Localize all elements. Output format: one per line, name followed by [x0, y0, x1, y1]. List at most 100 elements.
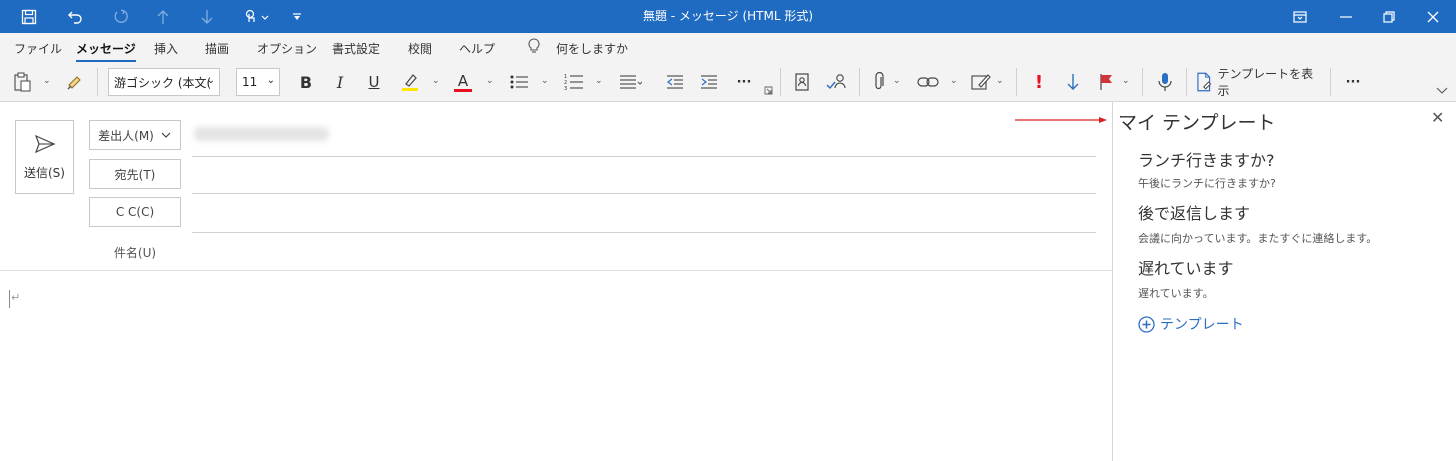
to-button[interactable]: 宛先(T) [89, 159, 181, 189]
link-icon[interactable] [914, 68, 942, 96]
chevron-down-icon[interactable]: ⌄ [893, 76, 901, 86]
minimize-icon[interactable] [1323, 0, 1369, 33]
customize-icon[interactable] [288, 0, 306, 33]
annotation-arrow [1015, 117, 1107, 123]
font-color-button[interactable]: A [450, 68, 476, 96]
check-names-icon[interactable] [823, 68, 851, 96]
template-icon [1197, 72, 1212, 92]
templates-pane: マイ テンプレート ✕ ランチ行きますか? 午後にランチに行きますか? 後で返信… [1112, 102, 1456, 461]
high-importance-button[interactable]: ! [1028, 68, 1050, 96]
close-icon[interactable]: ✕ [1431, 108, 1444, 127]
font-color-swatch [454, 88, 472, 92]
template-title[interactable]: 後で返信します [1138, 200, 1250, 224]
low-importance-icon[interactable] [1062, 68, 1084, 96]
tab-draw[interactable]: 描画 [205, 40, 229, 57]
template-body[interactable]: 遅れています。 [1138, 285, 1214, 301]
tab-insert[interactable]: 挿入 [154, 40, 178, 57]
down-arrow-icon[interactable] [192, 0, 222, 33]
title-bar: 無題 - メッセージ (HTML 形式) [0, 0, 1456, 33]
ribbon-separator [859, 68, 860, 96]
chevron-down-icon[interactable]: ⌄ [541, 76, 549, 86]
font-name-select[interactable]: 游ゴシック (本文( ⌄ [108, 68, 220, 96]
ribbon-separator [1330, 68, 1331, 96]
chevron-down-icon[interactable]: ⌄ [43, 76, 51, 86]
compose-area: 送信(S) 差出人(M) 宛先(T) C C(C) 件名(U) ↵ [0, 102, 1112, 461]
undo-icon[interactable] [60, 0, 90, 33]
from-button[interactable]: 差出人(M) [89, 120, 181, 150]
up-arrow-icon[interactable] [148, 0, 178, 33]
show-templates-button[interactable]: テンプレートを表示 [1196, 67, 1322, 98]
more-commands-button[interactable]: ··· [1340, 68, 1366, 96]
paste-icon[interactable] [10, 68, 34, 96]
numbering-icon[interactable]: 123 [561, 68, 587, 96]
send-button[interactable]: 送信(S) [15, 120, 74, 194]
tab-help[interactable]: ヘルプ [459, 40, 495, 57]
signature-icon[interactable] [968, 68, 994, 96]
ribbon-separator [1186, 68, 1187, 96]
ribbon-separator [1016, 68, 1017, 96]
tab-review[interactable]: 校閲 [408, 40, 432, 57]
bold-button[interactable]: B [294, 68, 318, 96]
chevron-down-icon[interactable]: ⌄ [595, 76, 603, 86]
chevron-down-icon: ⌄ [206, 75, 215, 86]
chevron-down-icon[interactable]: ⌄ [432, 76, 440, 86]
chevron-down-icon: ⌄ [266, 75, 275, 86]
to-field[interactable] [192, 193, 1096, 194]
increase-indent-icon[interactable] [697, 68, 721, 96]
font-size-value: 11 [242, 75, 258, 89]
collapse-ribbon-icon[interactable] [1434, 84, 1450, 98]
tab-options[interactable]: オプション [257, 40, 317, 57]
ribbon-separator [780, 68, 781, 96]
touch-mode-icon[interactable] [236, 0, 276, 33]
ribbon-display-icon[interactable] [1277, 0, 1323, 33]
tab-message[interactable]: メッセージ [76, 40, 136, 62]
chevron-down-icon[interactable]: ⌄ [1122, 76, 1130, 86]
text-cursor [9, 290, 10, 308]
add-template-label: テンプレート [1160, 317, 1244, 333]
send-icon [34, 134, 55, 153]
ribbon: ⌄ 游ゴシック (本文( ⌄ 11 ⌄ B I U ⌄ A ⌄ ⌄ 123 ⌄ … [0, 62, 1456, 102]
close-icon[interactable] [1410, 0, 1456, 33]
template-title[interactable]: ランチ行きますか? [1138, 147, 1275, 171]
underline-button[interactable]: U [362, 68, 386, 96]
chevron-down-icon[interactable]: ⌄ [486, 76, 494, 86]
attach-file-icon[interactable] [868, 68, 890, 96]
template-title[interactable]: 遅れています [1138, 255, 1234, 279]
cc-field[interactable] [192, 232, 1096, 233]
flag-icon[interactable] [1094, 68, 1118, 96]
italic-button[interactable]: I [328, 68, 352, 96]
save-icon[interactable] [14, 0, 44, 33]
cc-button[interactable]: C C(C) [89, 197, 181, 227]
font-size-select[interactable]: 11 ⌄ [236, 68, 280, 96]
template-body[interactable]: 午後にランチに行きますか? [1138, 175, 1276, 191]
tab-file[interactable]: ファイル [14, 40, 62, 57]
address-book-icon[interactable] [789, 68, 815, 96]
lightbulb-icon [527, 38, 541, 57]
template-body[interactable]: 会議に向かっています。またすぐに連絡します。 [1138, 230, 1377, 246]
redo-icon[interactable] [105, 0, 135, 33]
send-label: 送信(S) [24, 165, 65, 180]
more-formatting-button[interactable]: ··· [731, 68, 757, 96]
font-name-value: 游ゴシック (本文( [114, 75, 212, 90]
svg-text:3: 3 [564, 86, 567, 91]
align-icon[interactable] [615, 68, 645, 96]
dialog-launcher-icon[interactable] [762, 84, 774, 96]
dictate-microphone-icon[interactable] [1152, 68, 1178, 96]
add-template-button[interactable]: テンプレート [1138, 314, 1244, 334]
header-body-divider [0, 270, 1112, 271]
show-templates-label: テンプレートを表示 [1217, 67, 1314, 98]
chevron-down-icon[interactable]: ⌄ [996, 76, 1004, 86]
tell-me-search[interactable]: 何をしますか [556, 40, 628, 57]
decrease-indent-icon[interactable] [663, 68, 687, 96]
chevron-down-icon[interactable]: ⌄ [950, 76, 958, 86]
highlight-icon[interactable] [396, 68, 424, 96]
restore-icon[interactable] [1366, 0, 1412, 33]
format-painter-icon[interactable] [62, 68, 88, 96]
menu-bar: ファイル メッセージ 挿入 描画 オプション 書式設定 校閲 ヘルプ 何をします… [0, 33, 1456, 62]
to-label: 宛先(T) [114, 167, 156, 182]
bullets-icon[interactable] [506, 68, 532, 96]
ribbon-separator [1142, 68, 1143, 96]
tab-format-text[interactable]: 書式設定 [332, 40, 380, 57]
subject-label: 件名(U) [113, 246, 157, 260]
from-label: 差出人(M) [98, 128, 154, 143]
